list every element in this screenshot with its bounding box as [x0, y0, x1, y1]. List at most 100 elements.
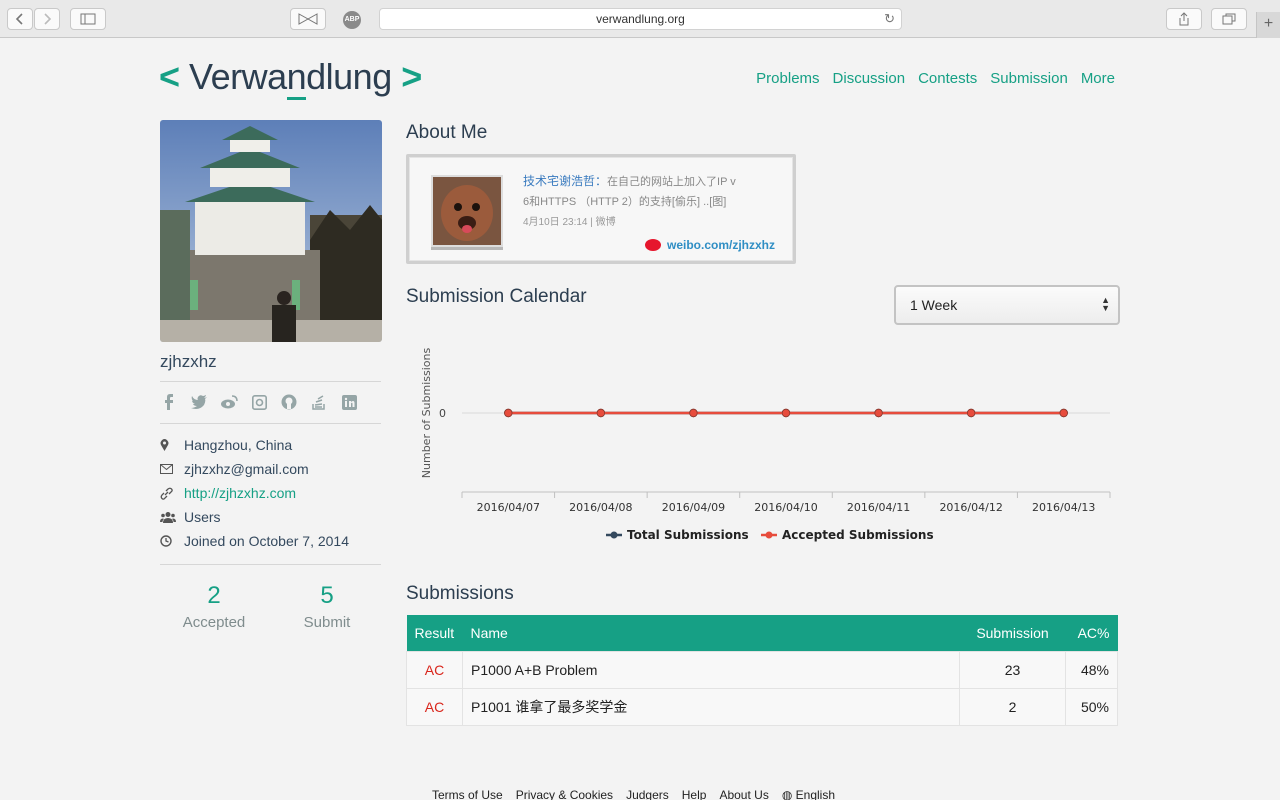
footer-language-link[interactable]: ◍ English — [782, 788, 835, 800]
submissions-table: Result Name Submission AC% AC P1000 A+B … — [406, 615, 1118, 726]
weibo-text-1: 在自己的网站上加入了IP v — [607, 176, 736, 188]
x-tick-label: 2016/04/10 — [754, 501, 817, 514]
joined-row: Joined on October 7, 2014 — [160, 529, 349, 553]
weibo-post: 技术宅谢浩哲：在自己的网站上加入了IP v 6和HTTPS （HTTP 2）的支… — [523, 171, 763, 233]
footer-privacy-link[interactable]: Privacy & Cookies — [516, 788, 613, 800]
submit-count: 5 — [320, 582, 334, 609]
nav-more[interactable]: More — [1081, 70, 1115, 87]
logo-text-part: Verwa — [189, 56, 287, 97]
url-text: verwandlung.org — [596, 12, 685, 26]
email-row: zjhzxhz@gmail.com — [160, 457, 349, 481]
chevron-right-icon — [44, 13, 52, 25]
forward-button[interactable] — [34, 8, 60, 30]
group-row: Users — [160, 505, 349, 529]
nav-discussion[interactable]: Discussion — [833, 70, 906, 87]
weibo-profile-link[interactable]: weibo.com/zjhzxhz — [644, 238, 775, 252]
footer-help-link[interactable]: Help — [682, 788, 707, 800]
legend-label: Total Submissions — [627, 528, 749, 542]
calendar-heading: Submission Calendar — [406, 286, 587, 307]
link-icon — [160, 487, 184, 500]
weibo-card[interactable]: 技术宅谢浩哲：在自己的网站上加入了IP v 6和HTTPS （HTTP 2）的支… — [406, 154, 796, 264]
submit-stat[interactable]: 5 Submit — [272, 582, 382, 631]
weibo-avatar — [431, 175, 503, 247]
legend-marker — [765, 531, 773, 539]
nav-problems[interactable]: Problems — [756, 70, 819, 87]
select-arrows-icon: ▲ ▼ — [1101, 295, 1110, 313]
submissions-heading: Submissions — [406, 583, 514, 604]
footer-judgers-link[interactable]: Judgers — [626, 788, 669, 800]
group-text: Users — [184, 509, 221, 525]
table-row[interactable]: AC P1000 A+B Problem 23 48% — [406, 650, 1118, 689]
period-select-value: 1 Week — [910, 297, 958, 313]
divider — [160, 423, 381, 424]
footer-about-link[interactable]: About Us — [719, 788, 768, 800]
sidebar-toggle-button[interactable] — [70, 8, 106, 30]
col-name[interactable]: Name — [462, 615, 960, 651]
website-row: http://zjhzxhz.com — [160, 481, 349, 505]
col-ac-rate[interactable]: AC% — [1065, 615, 1118, 651]
email-text: zjhzxhz@gmail.com — [184, 461, 309, 477]
ac-rate-cell: 48% — [1065, 650, 1118, 689]
weibo-link-text: weibo.com/zjhzxhz — [666, 238, 775, 252]
linkedin-icon[interactable] — [340, 393, 358, 411]
github-icon[interactable] — [280, 393, 298, 411]
accepted-stat[interactable]: 2 Accepted — [159, 582, 269, 631]
reload-icon[interactable]: ↻ — [884, 9, 895, 29]
instagram-icon[interactable] — [250, 393, 268, 411]
data-point — [874, 408, 883, 418]
y-tick-label: 0 — [439, 407, 446, 420]
submit-label: Submit — [303, 614, 351, 631]
result-cell: AC — [406, 687, 463, 726]
new-tab-button[interactable]: + — [1256, 12, 1280, 38]
main-nav: Problems Discussion Contests Submission … — [756, 70, 1115, 87]
tabs-button[interactable] — [1211, 8, 1247, 30]
weibo-icon[interactable] — [220, 393, 238, 411]
nav-submission[interactable]: Submission — [990, 70, 1068, 87]
nav-contests[interactable]: Contests — [918, 70, 977, 87]
weibo-text-2: 6和HTTPS （HTTP 2）的支持[偷乐] ..[图] — [523, 196, 727, 208]
accepted-label: Accepted — [182, 614, 246, 631]
footer-language-text: English — [795, 788, 835, 800]
problem-name-cell[interactable]: P1000 A+B Problem — [462, 650, 960, 689]
share-button[interactable] — [1166, 8, 1202, 30]
col-submission[interactable]: Submission — [959, 615, 1066, 651]
globe-icon: ◍ — [781, 788, 793, 800]
weibo-username[interactable]: 技术宅谢浩哲 — [523, 174, 595, 188]
weibo-separator: ： — [595, 174, 608, 188]
weibo-logo-icon — [644, 239, 661, 251]
period-select[interactable]: 1 Week ▲ ▼ — [894, 285, 1120, 325]
address-bar[interactable]: verwandlung.org ↻ — [379, 8, 902, 30]
bow-icon — [298, 13, 318, 25]
problem-name-cell[interactable]: P1001 谁拿了最多奖学金 — [462, 687, 960, 726]
share-icon — [1179, 12, 1189, 26]
website-link[interactable]: http://zjhzxhz.com — [184, 485, 296, 501]
chevron-left-icon — [15, 13, 23, 25]
result-cell: AC — [406, 650, 463, 689]
submission-count-cell: 23 — [959, 650, 1066, 689]
twitter-icon[interactable] — [190, 393, 208, 411]
adblock-icon[interactable]: ABP — [343, 11, 361, 29]
x-tick-label: 2016/04/12 — [939, 501, 1002, 514]
data-point — [689, 408, 698, 418]
browser-toolbar: ABP verwandlung.org ↻ + — [0, 0, 1280, 38]
users-icon — [160, 511, 184, 523]
data-point — [966, 408, 976, 418]
username: zjhzxhz — [160, 352, 217, 371]
y-axis-label: Number of Submissions — [420, 348, 433, 479]
x-tick-label: 2016/04/08 — [569, 501, 632, 514]
submission-count-cell: 2 — [959, 687, 1066, 726]
profile-info: Hangzhou, China zjhzxhz@gmail.com http:/… — [160, 433, 349, 553]
col-result[interactable]: Result — [406, 615, 463, 651]
logo-text-part: n — [286, 56, 307, 100]
table-row[interactable]: AC P1001 谁拿了最多奖学金 2 50% — [406, 687, 1118, 726]
accepted-count: 2 — [207, 582, 221, 609]
footer-terms-link[interactable]: Terms of Use — [432, 788, 503, 800]
divider — [160, 564, 381, 565]
social-links — [160, 393, 358, 411]
logo-left-bracket: < — [159, 56, 180, 97]
back-button[interactable] — [7, 8, 33, 30]
site-logo[interactable]: < Verwandlung > — [159, 56, 422, 100]
reader-button[interactable] — [290, 8, 326, 30]
stackoverflow-icon[interactable] — [310, 393, 328, 411]
facebook-icon[interactable] — [160, 393, 178, 411]
